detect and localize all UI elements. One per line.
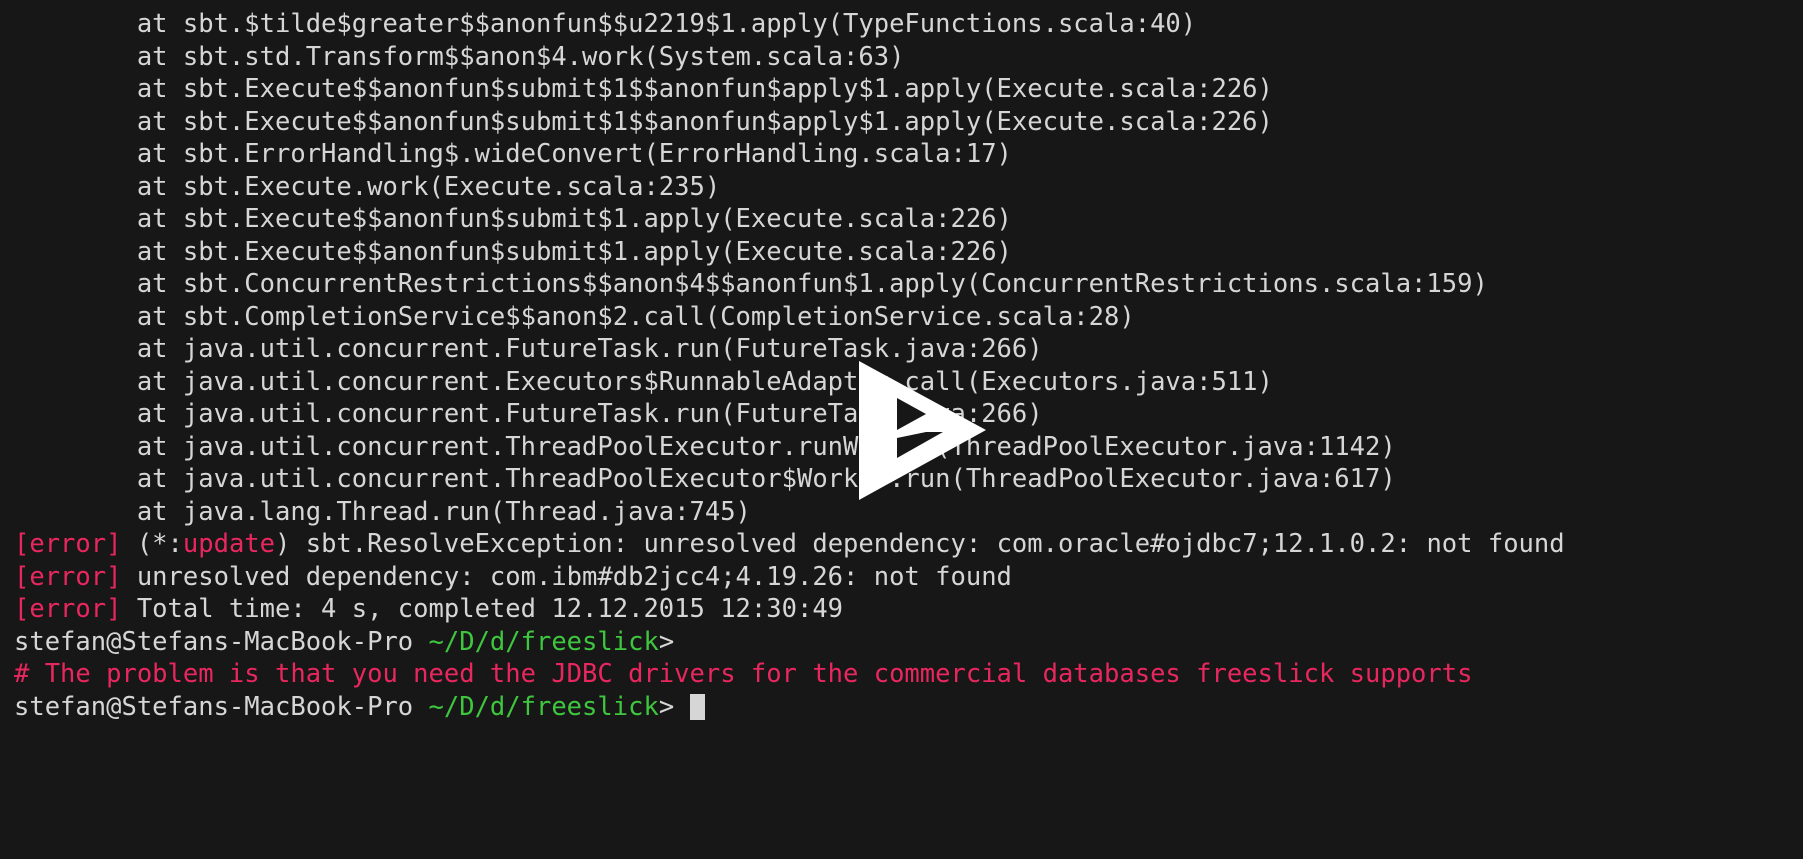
prompt-path: ~/D/d/freeslick bbox=[428, 691, 659, 722]
text-cursor bbox=[689, 693, 705, 720]
prompt-path: ~/D/d/freeslick bbox=[428, 626, 659, 657]
prompt-symbol: > bbox=[658, 691, 690, 722]
prompt-user-host: stefan@Stefans-MacBook-Pro bbox=[14, 626, 429, 657]
error-text-pre: Total time: 4 s, completed 12.12.2015 12… bbox=[121, 594, 844, 624]
error-text-pre: (*: bbox=[121, 529, 183, 559]
stack-trace-line: at sbt.Execute$$anonfun$submit$1$$anonfu… bbox=[14, 106, 1273, 137]
prompt-user-host: stefan@Stefans-MacBook-Pro bbox=[14, 691, 429, 722]
error-tag: [error] bbox=[14, 561, 122, 592]
stack-trace-line: at sbt.ErrorHandling$.wideConvert(ErrorH… bbox=[14, 139, 1012, 169]
error-line: [error] (*:update) sbt.ResolveException:… bbox=[0, 528, 1803, 561]
stack-trace-line: at sbt.$tilde$greater$$anonfun$$u2219$1.… bbox=[14, 9, 1197, 39]
stack-trace-line: at sbt.CompletionService$$anon$2.call(Co… bbox=[14, 301, 1135, 332]
stack-trace-line: at sbt.Execute$$anonfun$submit$1$$anonfu… bbox=[14, 74, 1273, 104]
error-text-post: ) sbt.ResolveException: unresolved depen… bbox=[275, 529, 1565, 559]
error-tag: [error] bbox=[14, 529, 122, 559]
shell-prompt-active[interactable]: stefan@Stefans-MacBook-Pro ~/D/d/freesli… bbox=[0, 691, 1803, 724]
stack-trace-line: at sbt.Execute$$anonfun$submit$1.apply(E… bbox=[14, 236, 1012, 267]
error-tag: [error] bbox=[14, 594, 122, 624]
stack-trace-line: at sbt.std.Transform$$anon$4.work(System… bbox=[14, 41, 905, 72]
error-task-highlight: update bbox=[182, 529, 276, 559]
stack-trace-line: at sbt.Execute$$anonfun$submit$1.apply(E… bbox=[14, 204, 1012, 234]
prompt-symbol: > bbox=[658, 626, 675, 657]
comment-line: # The problem is that you need the JDBC … bbox=[0, 658, 1803, 691]
play-button[interactable] bbox=[855, 358, 990, 503]
terminal-window[interactable]: at sbt.$tilde$greater$$anonfun$$u2219$1.… bbox=[0, 0, 1803, 859]
shell-prompt: stefan@Stefans-MacBook-Pro ~/D/d/freesli… bbox=[0, 626, 1803, 659]
stack-trace-line: at sbt.ConcurrentRestrictions$$anon$4$$a… bbox=[14, 269, 1488, 299]
error-text-pre: unresolved dependency: com.ibm#db2jcc4;4… bbox=[121, 561, 1012, 592]
error-line: [error] unresolved dependency: com.ibm#d… bbox=[0, 561, 1803, 594]
error-line: [error] Total time: 4 s, completed 12.12… bbox=[0, 593, 1803, 626]
comment-text: # The problem is that you need the JDBC … bbox=[14, 659, 1473, 689]
stack-trace-line: at sbt.Execute.work(Execute.scala:235) bbox=[14, 171, 721, 202]
